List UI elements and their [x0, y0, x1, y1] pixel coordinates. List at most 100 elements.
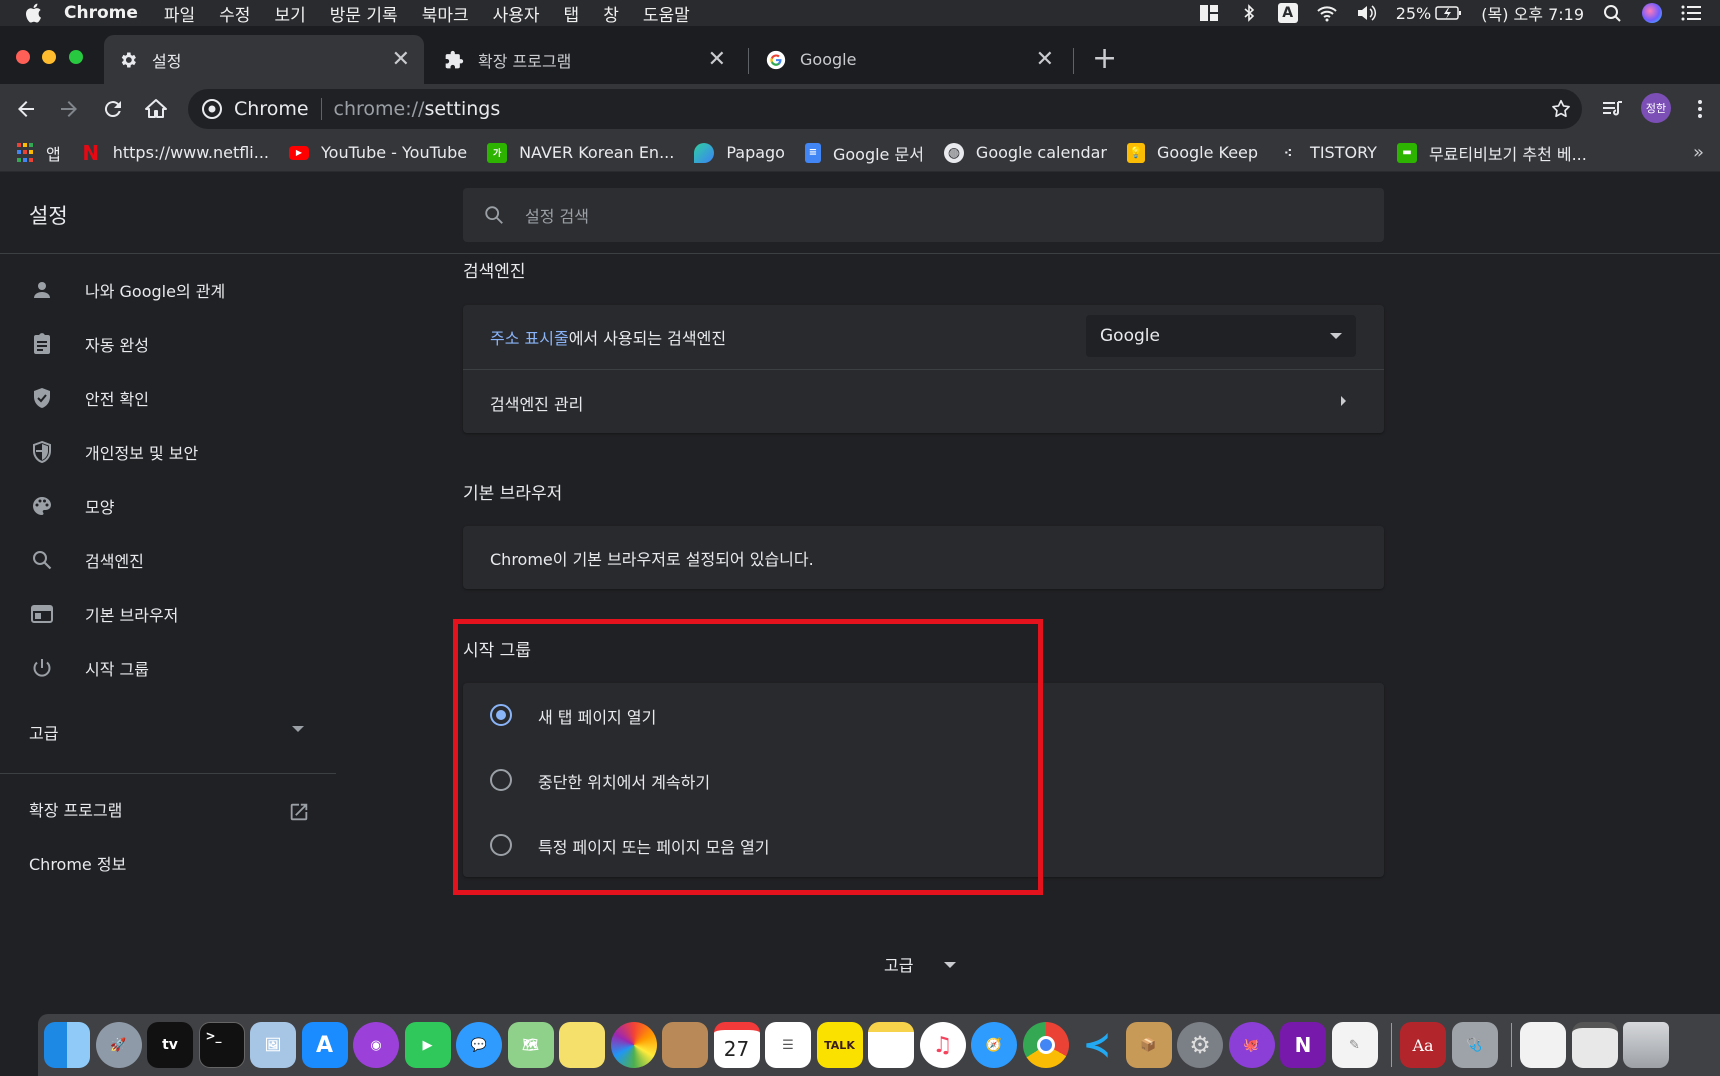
reload-icon[interactable]: [101, 97, 125, 121]
bookmark-papago[interactable]: Papago: [694, 142, 785, 163]
safari-icon[interactable]: 🧭: [971, 1022, 1017, 1068]
messages-icon[interactable]: 💬: [456, 1022, 502, 1068]
tab-close-icon[interactable]: ✕: [708, 48, 726, 71]
home-icon[interactable]: [144, 97, 168, 121]
sidebar-item-appearance[interactable]: 모양: [0, 483, 336, 529]
bluetooth-icon[interactable]: [1238, 4, 1260, 22]
bookmark-google-docs[interactable]: ≡ Google 문서: [804, 141, 924, 165]
reminders-icon[interactable]: ☰: [765, 1022, 811, 1068]
zoom-window-button[interactable]: [69, 50, 83, 64]
chrome-icon[interactable]: [1022, 1022, 1069, 1068]
trash-icon[interactable]: [1623, 1022, 1669, 1068]
search-engine-select[interactable]: Google: [1086, 315, 1356, 357]
sidebar-item-autofill[interactable]: 자동 완성: [0, 321, 336, 367]
back-icon[interactable]: [14, 97, 38, 121]
tab-settings[interactable]: 설정 ✕: [104, 35, 424, 84]
window-layout-icon[interactable]: [1198, 4, 1220, 22]
tab-google[interactable]: Google ✕: [752, 35, 1068, 84]
facetime-icon[interactable]: ▶: [404, 1022, 451, 1068]
menubar-clock[interactable]: (목) 오후 7:19: [1481, 1, 1584, 25]
photos-icon[interactable]: [610, 1022, 657, 1068]
app-store-icon[interactable]: A: [301, 1022, 348, 1068]
spotlight-search-icon[interactable]: [1602, 4, 1624, 22]
downloads-stack-icon[interactable]: [1571, 1022, 1618, 1068]
vscode-icon[interactable]: ≺: [1074, 1022, 1120, 1068]
sidebar-item-privacy-security[interactable]: 개인정보 및 보안: [0, 429, 336, 475]
chrome-secure-icon[interactable]: [202, 99, 222, 119]
sidebar-item-on-startup[interactable]: 시작 그룹: [0, 645, 336, 691]
siri-icon[interactable]: [1642, 3, 1662, 23]
bookmark-google-calendar[interactable]: ◍ Google calendar: [943, 142, 1107, 163]
address-bar[interactable]: Chrome chrome:// settings: [188, 89, 1582, 129]
contacts-icon[interactable]: [662, 1022, 708, 1068]
bookmark-free-tv[interactable]: ▬ 무료티비보기 추천 베...: [1396, 141, 1587, 165]
dictionary-icon[interactable]: Aa: [1400, 1022, 1446, 1068]
sidebar-about-chrome[interactable]: Chrome 정보: [29, 851, 126, 875]
menu-bookmarks[interactable]: 북마크: [422, 1, 469, 26]
more-vert-icon[interactable]: [1688, 97, 1712, 121]
battery-charging-icon[interactable]: [1435, 4, 1463, 22]
menu-view[interactable]: 보기: [274, 1, 305, 26]
sidebar-extensions-link[interactable]: 확장 프로그램: [29, 797, 122, 821]
sidebar-advanced-toggle[interactable]: 고급: [29, 720, 58, 744]
finder-icon[interactable]: [44, 1022, 90, 1068]
bookmark-google-keep[interactable]: 💡 Google Keep: [1127, 142, 1258, 163]
apple-tv-icon[interactable]: tv: [147, 1022, 193, 1068]
kakaotalk-icon[interactable]: TALK: [816, 1022, 863, 1068]
launchpad-icon[interactable]: 🚀: [95, 1022, 142, 1068]
menu-edit[interactable]: 수정: [219, 1, 250, 26]
archive-utility-icon[interactable]: 📦: [1125, 1022, 1172, 1068]
menu-help[interactable]: 도움말: [643, 1, 690, 26]
terminal-icon[interactable]: >_: [198, 1022, 245, 1068]
manage-search-engines-row[interactable]: 검색엔진 관리: [463, 370, 1384, 433]
textedit-icon[interactable]: ✎: [1331, 1022, 1378, 1068]
menu-app-name[interactable]: Chrome: [64, 3, 138, 23]
bookmark-netflix[interactable]: N https://www.netfli...: [81, 141, 269, 165]
new-tab-button[interactable]: +: [1092, 44, 1117, 74]
system-preferences-icon[interactable]: ⚙: [1177, 1022, 1223, 1068]
github-desktop-icon[interactable]: 🐙: [1228, 1022, 1275, 1068]
tab-close-icon[interactable]: ✕: [392, 48, 410, 71]
bookmark-youtube[interactable]: ▶ YouTube - YouTube: [289, 143, 467, 162]
notification-center-icon[interactable]: [1680, 4, 1702, 22]
open-in-new-icon[interactable]: [288, 801, 310, 823]
notes-icon[interactable]: [868, 1022, 914, 1068]
menu-tab[interactable]: 탭: [564, 1, 580, 26]
sidebar-item-safety-check[interactable]: 안전 확인: [0, 375, 336, 421]
tab-extensions[interactable]: 확장 프로그램 ✕: [430, 35, 740, 84]
advanced-settings-toggle[interactable]: 고급: [884, 952, 913, 976]
podcasts-icon[interactable]: ◉: [353, 1022, 399, 1068]
reading-list-icon[interactable]: [1600, 97, 1624, 121]
disk-utility-icon[interactable]: 🩺: [1451, 1022, 1498, 1068]
forward-icon[interactable]: [57, 97, 81, 121]
bookmark-tistory[interactable]: ⁖ TISTORY: [1278, 143, 1377, 163]
calendar-icon[interactable]: 27: [713, 1022, 760, 1068]
volume-icon[interactable]: [1356, 4, 1378, 22]
address-bar-link[interactable]: 주소 표시줄: [490, 329, 569, 348]
menu-file[interactable]: 파일: [164, 1, 195, 26]
bookmarks-overflow-icon[interactable]: »: [1693, 142, 1704, 163]
stickies-icon[interactable]: [559, 1022, 605, 1068]
settings-search-input[interactable]: 설정 검색: [463, 188, 1384, 242]
close-window-button[interactable]: [16, 50, 30, 64]
documents-stack-icon[interactable]: [1520, 1022, 1566, 1068]
sidebar-item-search-engine[interactable]: 검색엔진: [0, 537, 336, 583]
wifi-icon[interactable]: [1316, 4, 1338, 22]
menu-people[interactable]: 사용자: [493, 1, 540, 26]
bookmark-naver[interactable]: 가 NAVER Korean En...: [487, 142, 674, 163]
sidebar-item-default-browser[interactable]: 기본 브라우저: [0, 591, 336, 637]
chevron-down-icon[interactable]: [944, 962, 956, 968]
input-source-icon[interactable]: A: [1277, 3, 1298, 23]
chevron-down-icon[interactable]: [292, 726, 304, 732]
onenote-icon[interactable]: N: [1280, 1022, 1326, 1068]
preview-icon[interactable]: 🖼: [250, 1022, 296, 1068]
sidebar-item-you-and-google[interactable]: 나와 Google의 관계: [0, 267, 336, 313]
tab-close-icon[interactable]: ✕: [1036, 48, 1054, 71]
music-icon[interactable]: ♫: [919, 1022, 966, 1068]
maps-icon[interactable]: 🗺: [507, 1022, 554, 1068]
bookmark-apps[interactable]: 앱: [16, 141, 61, 165]
bookmark-star-icon[interactable]: [1550, 98, 1572, 120]
menu-window[interactable]: 창: [603, 1, 619, 26]
menu-history[interactable]: 방문 기록: [330, 1, 398, 26]
profile-avatar[interactable]: 정한: [1641, 93, 1671, 123]
